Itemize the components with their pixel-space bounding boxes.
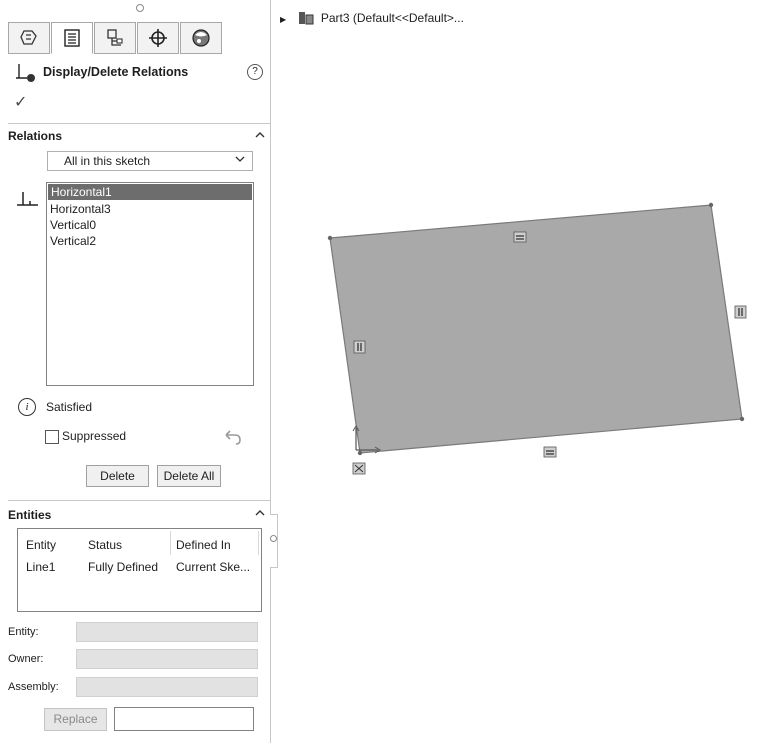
relation-item-horizontal1[interactable]: Horizontal1 <box>48 184 252 200</box>
display-manager-icon <box>192 29 210 47</box>
column-divider <box>170 531 171 555</box>
owner-field-label: Owner: <box>8 653 44 665</box>
relation-item-vertical2[interactable]: Vertical2 <box>47 233 253 249</box>
relations-listbox[interactable]: Horizontal1 Horizontal3 Vertical0 Vertic… <box>46 182 254 386</box>
column-header-defined-in[interactable]: Defined In <box>176 538 231 552</box>
table-cell-entity[interactable]: Line1 <box>26 560 55 574</box>
manager-tabs <box>8 22 224 56</box>
relation-item-horizontal3[interactable]: Horizontal3 <box>47 201 253 217</box>
panel-collapse-handle[interactable] <box>270 514 278 568</box>
graphics-area[interactable] <box>280 30 760 490</box>
sketch-vertex[interactable] <box>739 416 745 422</box>
entities-table: Entity Status Defined In Line1 Fully Def… <box>17 528 262 612</box>
display-delete-relations-icon <box>16 64 35 82</box>
sketch-rectangle[interactable] <box>329 204 743 454</box>
fix-relation-icon[interactable] <box>352 462 366 475</box>
feature-tree-part[interactable]: ▶ Part3 (Default<<Default>... <box>280 11 464 25</box>
featuremanager-icon <box>20 30 37 45</box>
undo-icon[interactable] <box>222 430 244 446</box>
divider <box>8 500 270 501</box>
suppressed-checkbox[interactable] <box>45 430 59 444</box>
relations-filter-value: All in this sketch <box>64 154 151 168</box>
info-icon: i <box>18 398 36 416</box>
collapse-relations-chevron-icon[interactable] <box>254 130 266 140</box>
assembly-field-label: Assembly: <box>8 681 59 693</box>
part-label: Part3 (Default<<Default>... <box>320 11 464 25</box>
entities-group-title: Entities <box>8 508 52 522</box>
table-cell-defined-in[interactable]: Current Ske... <box>176 560 250 574</box>
tab-propertymanager[interactable] <box>51 22 93 54</box>
relation-item-vertical0[interactable]: Vertical0 <box>47 217 253 233</box>
relations-filter-dropdown[interactable]: All in this sketch <box>47 151 253 171</box>
column-header-status[interactable]: Status <box>88 538 122 552</box>
sketch-vertex[interactable] <box>708 202 714 208</box>
entity-field <box>76 622 258 642</box>
replace-button[interactable]: Replace <box>44 708 107 731</box>
propertymanager-header: Display/Delete Relations ? <box>15 62 265 84</box>
dimxpert-icon <box>149 29 167 47</box>
entity-field-label: Entity: <box>8 626 39 638</box>
column-divider <box>258 531 259 555</box>
tab-configurationmanager[interactable] <box>94 22 136 54</box>
replace-input[interactable] <box>114 707 254 731</box>
page-title: Display/Delete Relations <box>43 65 189 79</box>
propertymanager-icon <box>64 29 80 47</box>
delete-button[interactable]: Delete <box>86 465 149 487</box>
expand-arrow-icon[interactable]: ▶ <box>280 15 286 24</box>
status-text: Satisfied <box>46 400 93 414</box>
horizontal-relation-icon[interactable] <box>543 446 557 458</box>
suppressed-label: Suppressed <box>62 429 127 443</box>
collapse-entities-chevron-icon[interactable] <box>254 508 266 518</box>
tab-dimxpert[interactable] <box>137 22 179 54</box>
chevron-down-icon <box>235 156 245 162</box>
table-cell-status[interactable]: Fully Defined <box>88 560 158 574</box>
tab-featuremanager[interactable] <box>8 22 50 54</box>
sketch-vertex[interactable] <box>327 235 333 241</box>
owner-field <box>76 649 258 669</box>
relations-list-icon <box>17 192 38 206</box>
vertical-relation-icon[interactable] <box>353 340 366 354</box>
column-header-entity[interactable]: Entity <box>26 538 56 552</box>
delete-all-button[interactable]: Delete All <box>157 465 221 487</box>
assembly-field <box>76 677 258 697</box>
part-icon <box>298 12 313 25</box>
handle-dot <box>270 535 277 542</box>
horizontal-relation-icon[interactable] <box>513 231 527 243</box>
vertical-relation-icon[interactable] <box>734 305 747 319</box>
relations-group-title: Relations <box>8 129 63 143</box>
help-icon[interactable]: ? <box>247 64 263 80</box>
property-manager-panel: Display/Delete Relations ? ✓ Relations A… <box>0 0 271 743</box>
sketch-vertex[interactable] <box>357 450 363 456</box>
divider <box>8 123 270 124</box>
ok-button[interactable]: ✓ <box>14 92 27 112</box>
panel-splitter-handle[interactable] <box>136 4 144 12</box>
tab-display-manager[interactable] <box>180 22 222 54</box>
configurationmanager-icon <box>107 29 123 46</box>
